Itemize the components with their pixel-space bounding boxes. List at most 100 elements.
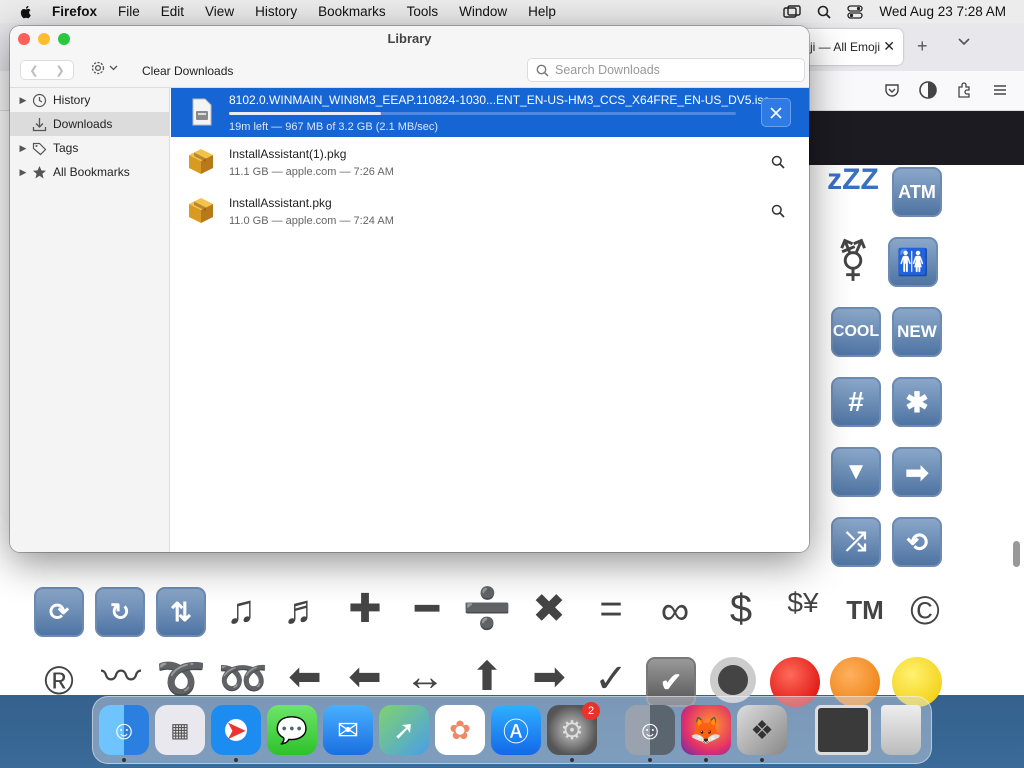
search-downloads-input[interactable] [555,63,785,77]
show-in-finder-button[interactable] [765,198,791,224]
menu-bookmarks[interactable]: Bookmarks [318,4,386,19]
download-row[interactable]: 8102.0.WINMAIN_WIN8M3_EEAP.110824-1030..… [171,88,809,137]
multiply-emoji[interactable]: ✖ [522,589,576,629]
currency-exchange-emoji[interactable]: $¥ [776,589,830,617]
apple-logo-icon[interactable] [18,4,34,20]
menu-history[interactable]: History [255,4,297,19]
window-title: Library [387,31,432,46]
disclosure-arrow-icon[interactable]: ▶ [16,167,30,178]
top-arrow-emoji[interactable]: ⬆ [460,657,514,697]
menu-edit[interactable]: Edit [161,4,184,19]
right-arrow-emoji[interactable]: ➡ [892,447,942,497]
close-tab-icon[interactable]: ✕ [883,38,895,55]
music-notes-emoji[interactable]: ♬ [276,590,330,630]
refresh-emoji[interactable]: ↻ [95,587,145,637]
running-indicator [234,758,238,762]
on-arrow-emoji[interactable]: ↔ [398,657,452,697]
equals-emoji[interactable]: = [584,589,638,629]
chevron-down-icon[interactable] [957,37,971,47]
search-downloads-field[interactable] [527,58,805,82]
wavy-dash-emoji[interactable]: 〰 [94,657,148,697]
account-icon[interactable] [918,80,938,100]
search-icon [536,64,549,77]
trash-icon[interactable] [881,705,921,755]
menu-app-name[interactable]: Firefox [52,4,97,19]
sidebar-item-history[interactable]: ▶ History [10,88,170,112]
divide-emoji[interactable]: ➗ [460,589,514,629]
sidebar-item-downloads[interactable]: Downloads [10,112,170,136]
transgender-symbol-emoji[interactable]: ⚧ [826,241,880,281]
pocket-icon[interactable] [884,82,900,98]
sidebar-item-all-bookmarks[interactable]: ▶ All Bookmarks [10,160,170,184]
safari-icon[interactable]: ➤ [211,705,261,755]
restroom-emoji[interactable]: 🚻 [888,237,938,287]
screen-mirroring-icon[interactable] [783,4,802,19]
repeat-emoji[interactable]: ⟲ [892,517,942,567]
menu-help[interactable]: Help [528,4,556,19]
package-icon [189,198,213,223]
menu-clock[interactable]: Wed Aug 23 7:28 AM [879,4,1006,19]
back-arrow-emoji[interactable]: ⬅ [338,657,392,697]
download-name: InstallAssistant.pkg [229,196,332,210]
firefox-icon[interactable]: 🦊 [681,705,731,755]
control-center-icon[interactable] [847,4,864,19]
check-mark-emoji[interactable]: ✓ [584,659,638,699]
tab-emoji[interactable]: ji — All Emoji ✕ [800,29,903,65]
mail-icon[interactable]: ✉ [323,705,373,755]
organize-menu-button[interactable] [90,60,118,76]
disclosure-arrow-icon[interactable]: ▶ [16,143,30,154]
progress-fill [229,112,381,115]
copyright-emoji[interactable]: © [898,591,952,631]
finder-icon[interactable]: ☺ [99,705,149,755]
menu-window[interactable]: Window [459,4,507,19]
spotlight-search-icon[interactable] [817,5,832,19]
down-triangle-emoji[interactable]: ▼ [831,447,881,497]
infinity-emoji[interactable]: ∞ [648,591,702,631]
tag-icon [32,142,47,155]
dollar-emoji[interactable]: $ [714,589,768,629]
boot-camp-icon[interactable]: ❖ [737,705,787,755]
clock-icon [32,93,47,107]
atm-emoji[interactable]: ATM [892,167,942,217]
up-down-arrows-emoji[interactable]: ⇅ [156,587,206,637]
download-row[interactable]: InstallAssistant.pkg 11.0 GB — apple.com… [171,186,809,235]
cancel-download-button[interactable] [761,98,791,127]
menu-file[interactable]: File [118,4,140,19]
downloads-folder-icon[interactable] [815,705,871,755]
maps-icon[interactable]: ➚ [379,705,429,755]
clear-downloads-button[interactable]: Clear Downloads [142,64,233,78]
download-row[interactable]: InstallAssistant(1).pkg 11.1 GB — apple.… [171,137,809,186]
photos-icon[interactable]: ✿ [435,705,485,755]
music-note-emoji[interactable]: ♫ [214,590,268,630]
zzz-emoji[interactable]: zZZ [826,165,880,195]
extensions-icon[interactable] [956,82,972,98]
end-arrow-emoji[interactable]: ⬅ [278,657,332,697]
show-in-finder-button[interactable] [765,149,791,175]
scrollbar-thumb[interactable] [1013,541,1020,567]
double-curly-loop-emoji[interactable]: ➿ [216,659,270,699]
forward-arrow-icon[interactable]: ❯ [55,64,64,77]
new-emoji[interactable]: NEW [892,307,942,357]
shuffle-emoji[interactable]: ⤮ [831,517,881,567]
curly-loop-emoji[interactable]: ➰ [154,659,208,699]
asterisk-emoji[interactable]: ✱ [892,377,942,427]
registered-emoji[interactable]: ® [32,661,86,701]
menu-tools[interactable]: Tools [407,4,439,19]
launchpad-icon[interactable]: ▦ [155,705,205,755]
minus-emoji[interactable]: ━ [400,589,454,629]
finder-alt-icon[interactable]: ☺ [625,705,675,755]
soon-arrow-emoji[interactable]: ➡ [522,657,576,697]
new-tab-icon[interactable]: + [917,36,928,57]
hash-emoji[interactable]: # [831,377,881,427]
repeat-one-emoji[interactable]: ⟳ [34,587,84,637]
menu-view[interactable]: View [205,4,234,19]
trademark-emoji[interactable]: TM [838,597,892,623]
cool-emoji[interactable]: COOL [831,307,881,357]
menu-hamburger-icon[interactable] [992,82,1008,98]
plus-emoji[interactable]: ✚ [338,589,392,629]
back-arrow-icon[interactable]: ❮ [29,64,38,77]
sidebar-item-tags[interactable]: ▶ Tags [10,136,170,160]
disclosure-arrow-icon[interactable]: ▶ [16,95,30,106]
app-store-icon[interactable]: Ⓐ [491,705,541,755]
messages-icon[interactable]: 💬 [267,705,317,755]
